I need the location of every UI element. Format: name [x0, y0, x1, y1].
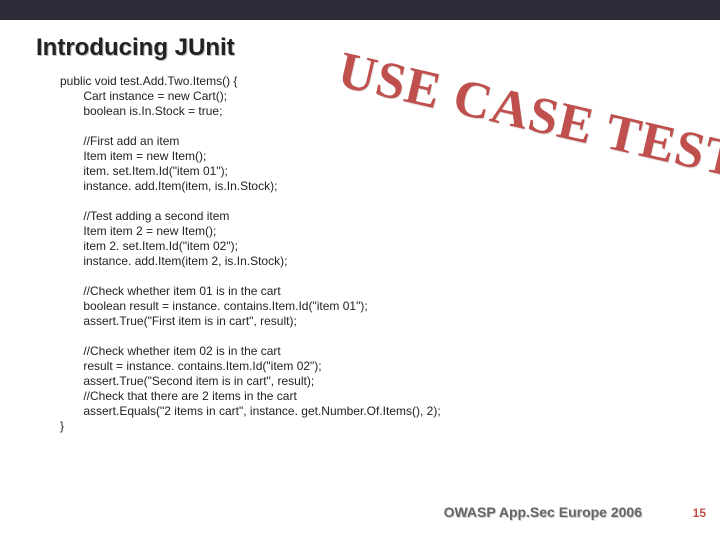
code-line: }: [60, 419, 64, 433]
code-line: assert.True("First item is in cart", res…: [60, 314, 297, 328]
code-line: assert.True("Second item is in cart", re…: [60, 374, 314, 388]
top-bar: [0, 0, 720, 20]
code-line: //Check whether item 01 is in the cart: [60, 284, 281, 298]
code-block: public void test.Add.Two.Items() { Cart …: [60, 74, 620, 434]
code-line: Cart instance = new Cart();: [60, 89, 227, 103]
code-line: boolean result = instance. contains.Item…: [60, 299, 368, 313]
code-line: Item item 2 = new Item();: [60, 224, 216, 238]
code-line: //Test adding a second item: [60, 209, 229, 223]
code-line: //Check whether item 02 is in the cart: [60, 344, 281, 358]
page-number: 15: [693, 506, 706, 520]
code-line: //First add an item: [60, 134, 179, 148]
code-line: Item item = new Item();: [60, 149, 206, 163]
code-line: instance. add.Item(item, is.In.Stock);: [60, 179, 277, 193]
code-line: item. set.Item.Id("item 01");: [60, 164, 228, 178]
code-line: boolean is.In.Stock = true;: [60, 104, 222, 118]
code-line: result = instance. contains.Item.Id("ite…: [60, 359, 322, 373]
code-line: assert.Equals("2 items in cart", instanc…: [60, 404, 441, 418]
code-line: public void test.Add.Two.Items() {: [60, 74, 237, 88]
code-line: instance. add.Item(item 2, is.In.Stock);: [60, 254, 287, 268]
footer-text: OWASP App.Sec Europe 2006: [444, 504, 642, 520]
code-line: item 2. set.Item.Id("item 02");: [60, 239, 238, 253]
slide-title: Introducing JUnit: [36, 34, 235, 62]
code-line: //Check that there are 2 items in the ca…: [60, 389, 297, 403]
